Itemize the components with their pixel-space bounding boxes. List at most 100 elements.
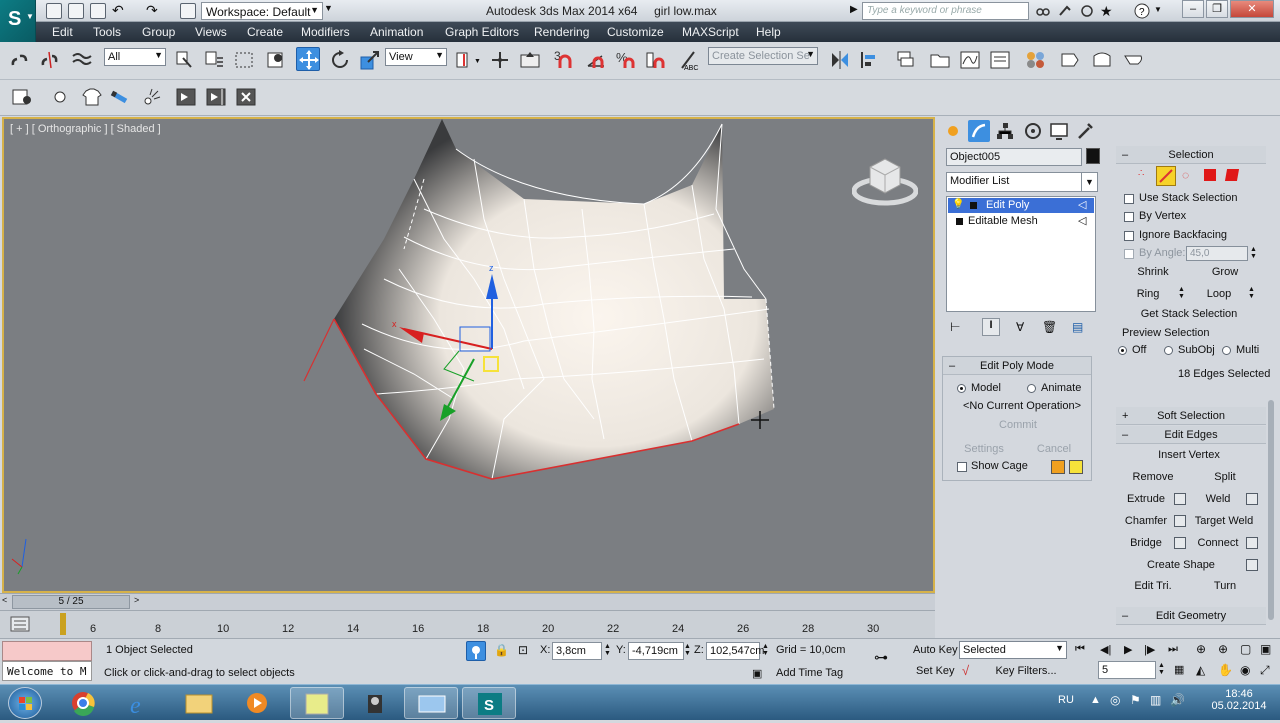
display-tab-icon[interactable] — [1048, 120, 1070, 142]
workspace-dropdown[interactable]: Workspace: Default ▼ — [201, 2, 323, 20]
go-to-start-icon[interactable]: ⏮ — [1075, 643, 1085, 656]
menu-create[interactable]: Create — [247, 25, 283, 39]
show-end-result-icon[interactable]: I — [982, 318, 1000, 336]
selection-lock-icon[interactable]: 🔒 — [494, 643, 509, 657]
sphere-object-icon[interactable] — [48, 85, 72, 109]
menu-help[interactable]: Help — [756, 25, 781, 39]
use-pivot-point-center-icon[interactable] — [452, 48, 476, 72]
menu-animation[interactable]: Animation — [370, 25, 423, 39]
isolate-selection-icon[interactable] — [466, 641, 486, 661]
menu-views[interactable]: Views — [195, 25, 227, 39]
render-to-texture-icon[interactable] — [174, 85, 198, 109]
lightbulb-icon[interactable]: 💡 — [952, 199, 964, 210]
maximize-viewport-icon[interactable]: ⤢ — [1260, 663, 1270, 678]
ignore-backfacing-checkbox[interactable] — [1124, 231, 1134, 241]
set-key-button[interactable]: Set Key — [916, 665, 955, 677]
communication-icon[interactable] — [1079, 3, 1095, 19]
object-name-field[interactable]: Object005 — [946, 148, 1082, 166]
expand-icon[interactable] — [970, 202, 977, 209]
edge-mode-icon[interactable] — [1156, 166, 1176, 186]
project-folder-icon[interactable] — [180, 3, 196, 19]
zoom-icon[interactable]: ⊕ — [1196, 642, 1206, 656]
model-radio[interactable] — [957, 384, 966, 393]
stack-item-editable-mesh[interactable]: Editable Mesh ◁ — [948, 214, 1094, 229]
pin-stack-icon[interactable]: ⊢ — [950, 320, 960, 334]
menu-tools[interactable]: Tools — [93, 25, 121, 39]
align-icon[interactable] — [858, 48, 882, 72]
open-file-icon[interactable] — [68, 3, 84, 19]
subscription-icon[interactable] — [1057, 3, 1073, 19]
start-button[interactable] — [8, 687, 42, 719]
scene-explorer-icon[interactable] — [928, 48, 952, 72]
mini-curve-editor-icon[interactable] — [10, 615, 30, 633]
menu-graph-editors[interactable]: Graph Editors — [445, 25, 519, 39]
add-time-tag-button[interactable]: Add Time Tag — [776, 667, 843, 679]
3ds-max-taskbar-icon[interactable]: S — [462, 687, 516, 719]
help-dropdown-icon[interactable]: ▼ — [1154, 5, 1162, 14]
selection-filter-dropdown[interactable]: All ▼ — [104, 48, 166, 66]
expand-search-icon[interactable]: ▶ — [850, 4, 858, 15]
settings-button[interactable]: Settings — [959, 440, 1009, 458]
select-and-rotate-icon[interactable] — [328, 48, 352, 72]
cancel-button[interactable]: Cancel — [1029, 440, 1079, 458]
turn-button[interactable]: Turn — [1194, 577, 1256, 595]
x-coordinate-input[interactable]: 3,8cm — [552, 642, 602, 660]
select-by-name-icon[interactable] — [202, 48, 226, 72]
default-in-out-tangents-icon[interactable]: √ — [962, 663, 969, 678]
next-key-icon[interactable]: |▶ — [1144, 643, 1155, 656]
modify-tab-icon[interactable] — [968, 120, 990, 142]
restore-button[interactable]: ❐ — [1206, 0, 1228, 18]
target-weld-button[interactable]: Target Weld — [1192, 512, 1256, 530]
play-icon[interactable]: ▶ — [1124, 643, 1132, 656]
extrude-button[interactable]: Extrude — [1120, 490, 1172, 508]
file-explorer-taskbar-icon[interactable] — [172, 687, 226, 719]
edit-geometry-rollout-header[interactable]: – Edit Geometry — [1116, 607, 1266, 625]
angle-spinner-icon[interactable]: ▲ ▼ — [1250, 246, 1257, 260]
network-taskbar-icon[interactable] — [404, 687, 458, 719]
ring-spinner-icon[interactable]: ▲ ▼ — [1178, 286, 1185, 300]
network-icon[interactable]: ▥ — [1150, 693, 1161, 707]
media-player-taskbar-icon[interactable] — [230, 687, 284, 719]
next-frame-arrow-icon[interactable]: > — [134, 595, 139, 605]
window-crossing-icon[interactable] — [264, 48, 288, 72]
by-vertex-checkbox[interactable] — [1124, 212, 1134, 222]
favorites-star-icon[interactable]: ★ — [1100, 3, 1116, 19]
bridge-settings-icon[interactable] — [1174, 537, 1186, 549]
perspective-viewport[interactable]: [ + ] [ Orthographic ] [ Shaded ] z x — [2, 117, 935, 593]
use-stack-selection-checkbox[interactable] — [1124, 194, 1134, 204]
tool-taskbar-icon[interactable] — [348, 687, 402, 719]
previous-frame-arrow-icon[interactable]: < — [2, 595, 7, 605]
particle-flow-icon[interactable] — [140, 85, 164, 109]
modifier-stack[interactable]: 💡 Edit Poly ◁ Editable Mesh ◁ — [946, 196, 1096, 312]
loop-spinner-icon[interactable]: ▲ ▼ — [1248, 286, 1255, 300]
frame-spinner-icon[interactable]: ▲ ▼ — [1158, 662, 1165, 676]
render-production-icon[interactable] — [1122, 48, 1146, 72]
zoom-all-icon[interactable]: ⊕ — [1218, 642, 1228, 656]
select-and-move-icon[interactable] — [296, 47, 320, 71]
by-angle-checkbox[interactable] — [1124, 249, 1134, 259]
render-setup-icon[interactable] — [1058, 48, 1082, 72]
binoculars-icon[interactable] — [1035, 3, 1051, 19]
absolute-mode-transform-icon[interactable]: ⊡ — [518, 643, 528, 657]
time-slider-thumb[interactable]: 5 / 25 — [12, 595, 130, 609]
time-tag-icon[interactable]: ▣ — [752, 667, 762, 680]
cage-color-swatch[interactable] — [1051, 460, 1065, 474]
flyout-arrow-icon[interactable]: ▼ — [474, 58, 481, 65]
get-stack-selection-button[interactable]: Get Stack Selection — [1122, 305, 1256, 323]
tray-expand-icon[interactable]: ▲ — [1090, 694, 1101, 706]
tray-app-icon[interactable]: ◎ — [1110, 693, 1120, 707]
curve-editor-icon[interactable] — [958, 48, 982, 72]
zoom-extents-all-icon[interactable]: ▣ — [1260, 642, 1271, 656]
selection-rollout-header[interactable]: – Selection — [1116, 146, 1266, 164]
track-bar[interactable]: 6 8 10 12 14 16 18 20 22 24 26 28 30 — [0, 610, 935, 638]
field-of-view-icon[interactable]: ◭ — [1196, 663, 1205, 677]
loop-button[interactable]: Loop — [1194, 285, 1244, 303]
preview-multi-radio[interactable] — [1222, 346, 1231, 355]
time-configuration-icon[interactable]: ▦ — [1174, 663, 1184, 676]
internet-explorer-taskbar-icon[interactable]: e — [114, 687, 168, 719]
maxscript-listener-input[interactable] — [2, 641, 92, 661]
menu-customize[interactable]: Customize — [607, 25, 664, 39]
remove-modifier-icon[interactable]: 🗑 — [1042, 320, 1057, 334]
configure-modifier-sets-icon[interactable]: ▤ — [1072, 320, 1083, 334]
volume-icon[interactable]: 🔊 — [1170, 693, 1185, 707]
